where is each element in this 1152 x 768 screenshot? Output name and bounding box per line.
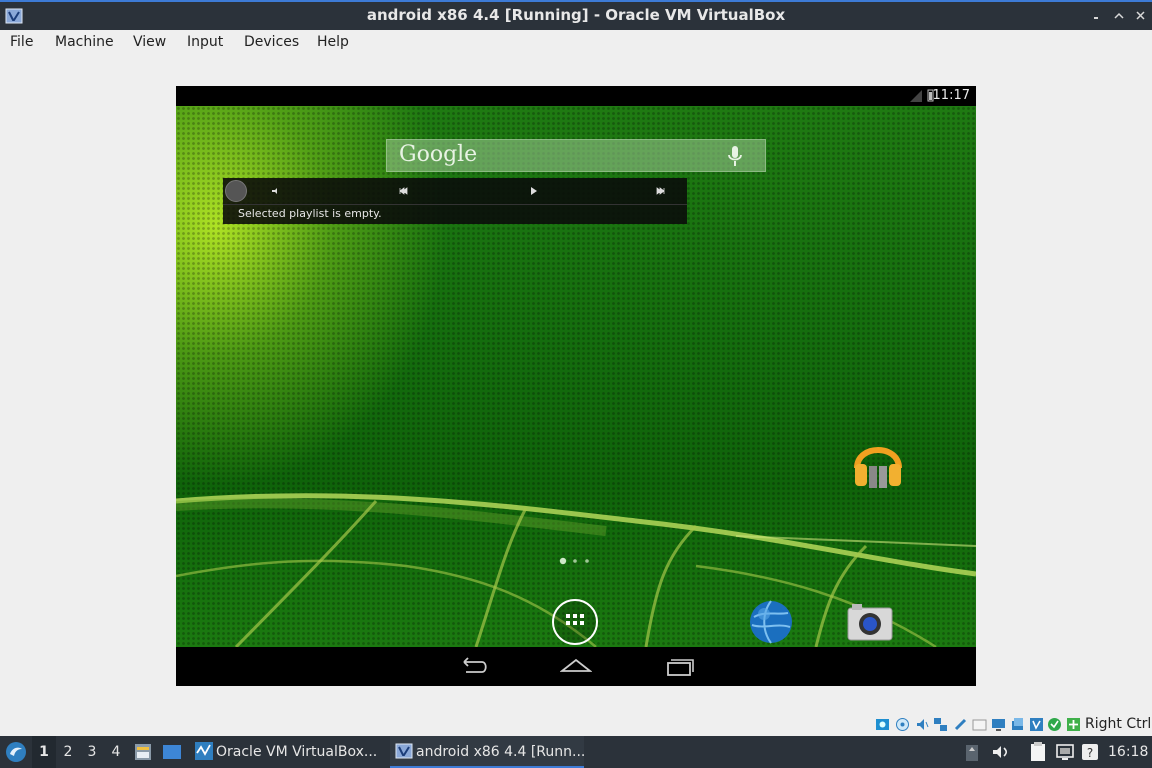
- volume-icon[interactable]: [268, 183, 284, 199]
- android-clock: 11:17: [932, 88, 970, 103]
- window-titlebar: android x86 4.4 [Running] - Oracle VM Vi…: [0, 0, 1152, 30]
- svg-text:?: ?: [1087, 746, 1093, 760]
- home-icon[interactable]: [560, 655, 592, 677]
- shared-folders-icon[interactable]: [972, 717, 987, 732]
- apps-grid-icon: [566, 614, 584, 625]
- home-wallpaper[interactable]: Google Selected playlist is empty.: [176, 106, 976, 647]
- maximize-button[interactable]: [1110, 7, 1128, 25]
- google-logo: Google: [399, 142, 478, 167]
- menu-help[interactable]: Help: [317, 34, 349, 50]
- album-art-icon[interactable]: [225, 180, 247, 202]
- network-tray-icon[interactable]: [1055, 741, 1075, 763]
- signal-icon: [910, 90, 922, 102]
- taskbar: 1 2 3 4 Oracle VM VirtualBox... android …: [0, 736, 1152, 768]
- start-menu-icon[interactable]: [4, 740, 28, 764]
- audio-icon[interactable]: [915, 717, 930, 732]
- music-widget: Selected playlist is empty.: [223, 178, 687, 224]
- workspace-3[interactable]: 3: [80, 736, 104, 768]
- vm-display[interactable]: 11:17 Google Selected playlist is empty.: [176, 86, 976, 686]
- optical-drive-icon[interactable]: [895, 717, 910, 732]
- workspace-1[interactable]: 1: [32, 736, 56, 768]
- file-manager-icon[interactable]: [132, 741, 154, 763]
- previous-icon[interactable]: [395, 183, 411, 199]
- android-nav-bar: [176, 647, 976, 686]
- minimize-icon: [1094, 17, 1098, 19]
- show-desktop-icon[interactable]: [161, 741, 183, 763]
- guest-additions-icon[interactable]: [1047, 717, 1062, 732]
- window-title: android x86 4.4 [Running] - Oracle VM Vi…: [366, 6, 786, 24]
- task-android-vm[interactable]: android x86 4.4 [Runn...: [390, 736, 586, 768]
- mouse-integration-icon[interactable]: [1066, 717, 1081, 732]
- play-icon[interactable]: [525, 183, 541, 199]
- playlist-message: Selected playlist is empty.: [238, 207, 382, 220]
- display-icon[interactable]: [991, 717, 1006, 732]
- workspace-4[interactable]: 4: [104, 736, 128, 768]
- usb-icon[interactable]: [953, 717, 968, 732]
- browser-globe-icon[interactable]: [748, 599, 794, 645]
- task-virtualbox-manager[interactable]: Oracle VM VirtualBox...: [190, 736, 386, 768]
- menu-machine[interactable]: Machine: [55, 34, 114, 50]
- task-label: android x86 4.4 [Runn...: [416, 744, 586, 760]
- volume-tray-icon[interactable]: [990, 741, 1010, 763]
- play-music-icon[interactable]: [851, 432, 905, 490]
- menu-view[interactable]: View: [133, 34, 166, 50]
- virtualbox-manager-icon: [195, 742, 213, 760]
- taskbar-clock[interactable]: 16:18: [1108, 736, 1148, 768]
- menu-bar: File Machine View Input Devices Help: [0, 30, 1152, 56]
- tray-scroll-icon[interactable]: [962, 741, 982, 763]
- workspace-2[interactable]: 2: [56, 736, 80, 768]
- close-button[interactable]: [1132, 7, 1150, 25]
- recent-apps-icon[interactable]: [664, 655, 696, 677]
- virtualbox-vm-icon: [395, 743, 413, 759]
- android-status-bar: 11:17: [176, 86, 976, 106]
- google-search-bar[interactable]: Google: [386, 139, 766, 172]
- menu-devices[interactable]: Devices: [244, 34, 299, 50]
- network-icon[interactable]: [933, 717, 948, 732]
- vbox-status-bar: Right Ctrl: [0, 714, 1152, 736]
- camera-icon[interactable]: [846, 602, 894, 642]
- video-capture-icon[interactable]: [1010, 717, 1025, 732]
- close-icon: [1136, 11, 1145, 20]
- host-key-label[interactable]: Right Ctrl: [1085, 716, 1151, 732]
- page-indicator: [559, 557, 589, 565]
- task-label: Oracle VM VirtualBox...: [216, 744, 378, 760]
- widget-divider: [223, 204, 687, 205]
- maximize-icon: [1114, 12, 1124, 19]
- menu-input[interactable]: Input: [187, 34, 223, 50]
- back-icon[interactable]: [456, 655, 488, 677]
- updates-icon[interactable]: ?: [1080, 741, 1100, 763]
- all-apps-button[interactable]: [552, 599, 598, 645]
- clipboard-icon[interactable]: [1028, 741, 1048, 763]
- next-icon[interactable]: [653, 183, 669, 199]
- minimize-button[interactable]: [1088, 7, 1106, 25]
- hard-disk-icon[interactable]: [875, 717, 890, 732]
- menu-file[interactable]: File: [10, 34, 33, 50]
- mic-icon[interactable]: [727, 145, 743, 169]
- vt-x-icon[interactable]: [1029, 717, 1044, 732]
